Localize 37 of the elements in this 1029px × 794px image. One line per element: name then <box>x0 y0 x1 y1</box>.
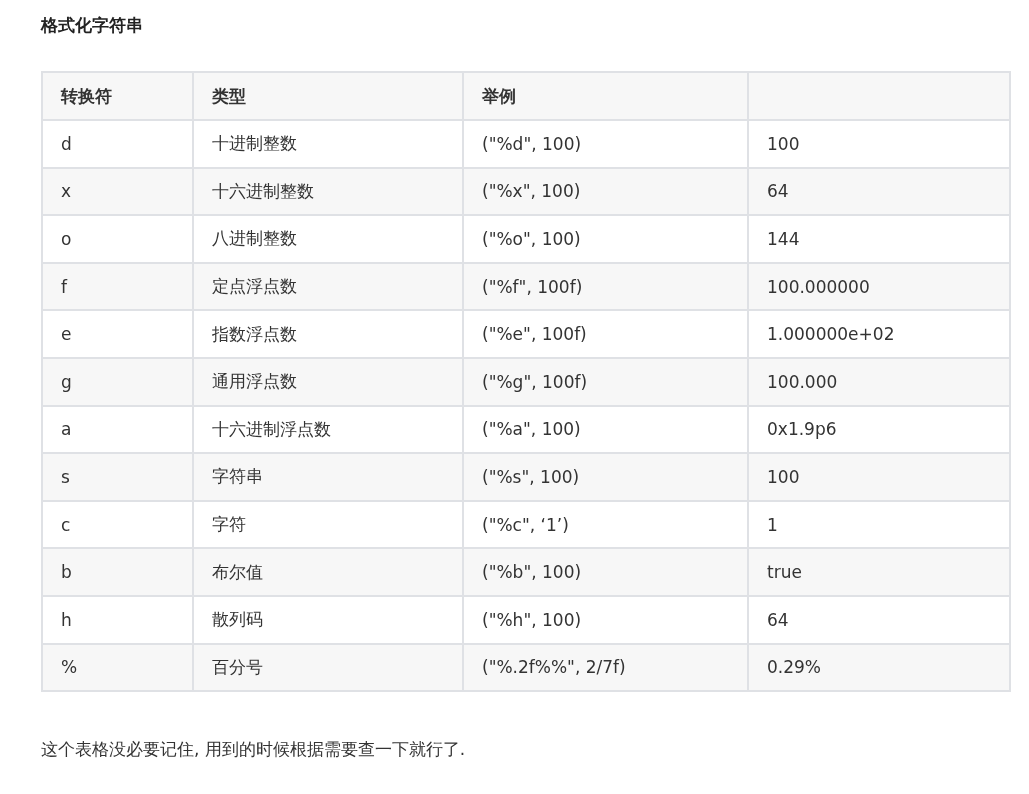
table-cell: 100 <box>748 120 1010 168</box>
table-cell: ("%e", 100f) <box>463 310 748 358</box>
column-header: 类型 <box>193 72 463 120</box>
table-cell: g <box>42 357 193 406</box>
table-cell: 100.000 <box>748 357 1010 406</box>
table-cell: e <box>42 310 193 358</box>
table-cell: ("%b", 100) <box>463 548 748 596</box>
table-cell: b <box>42 548 193 596</box>
table-cell: 64 <box>748 595 1010 644</box>
table-cell: 八进制整数 <box>193 215 463 263</box>
table-cell: 100 <box>748 453 1010 501</box>
table-cell: 144 <box>748 215 1010 263</box>
table-cell: 散列码 <box>193 595 463 644</box>
table-cell: ("%o", 100) <box>463 215 748 263</box>
table-cell: o <box>42 215 193 263</box>
note-text: 这个表格没必要记住, 用到的时候根据需要查一下就行了. <box>41 738 467 762</box>
table-cell: s <box>42 453 193 501</box>
table-cell: 0.29% <box>748 643 1010 692</box>
column-header: 举例 <box>463 72 748 120</box>
table-cell: 通用浮点数 <box>193 357 463 406</box>
table-cell: 字符串 <box>193 453 463 501</box>
table-cell: 十进制整数 <box>193 120 463 168</box>
table-cell: 百分号 <box>193 643 463 692</box>
column-header: 转换符 <box>42 72 193 120</box>
table-cell: 1.000000e+02 <box>748 310 1010 358</box>
table-cell: h <box>42 595 193 644</box>
section-heading: 格式化字符串 <box>41 14 144 37</box>
table-cell: 指数浮点数 <box>193 310 463 358</box>
table-cell: ("%g", 100f) <box>463 357 748 406</box>
table-cell: true <box>748 548 1010 596</box>
table-cell: ("%h", 100) <box>463 595 748 644</box>
table-cell: d <box>42 120 193 168</box>
table-cell: ("%.2f%%", 2/7f) <box>463 643 748 692</box>
table-cell: % <box>42 643 193 692</box>
table-cell: 布尔值 <box>193 548 463 596</box>
table-cell: ("%s", 100) <box>463 453 748 501</box>
table-cell: ("%d", 100) <box>463 120 748 168</box>
